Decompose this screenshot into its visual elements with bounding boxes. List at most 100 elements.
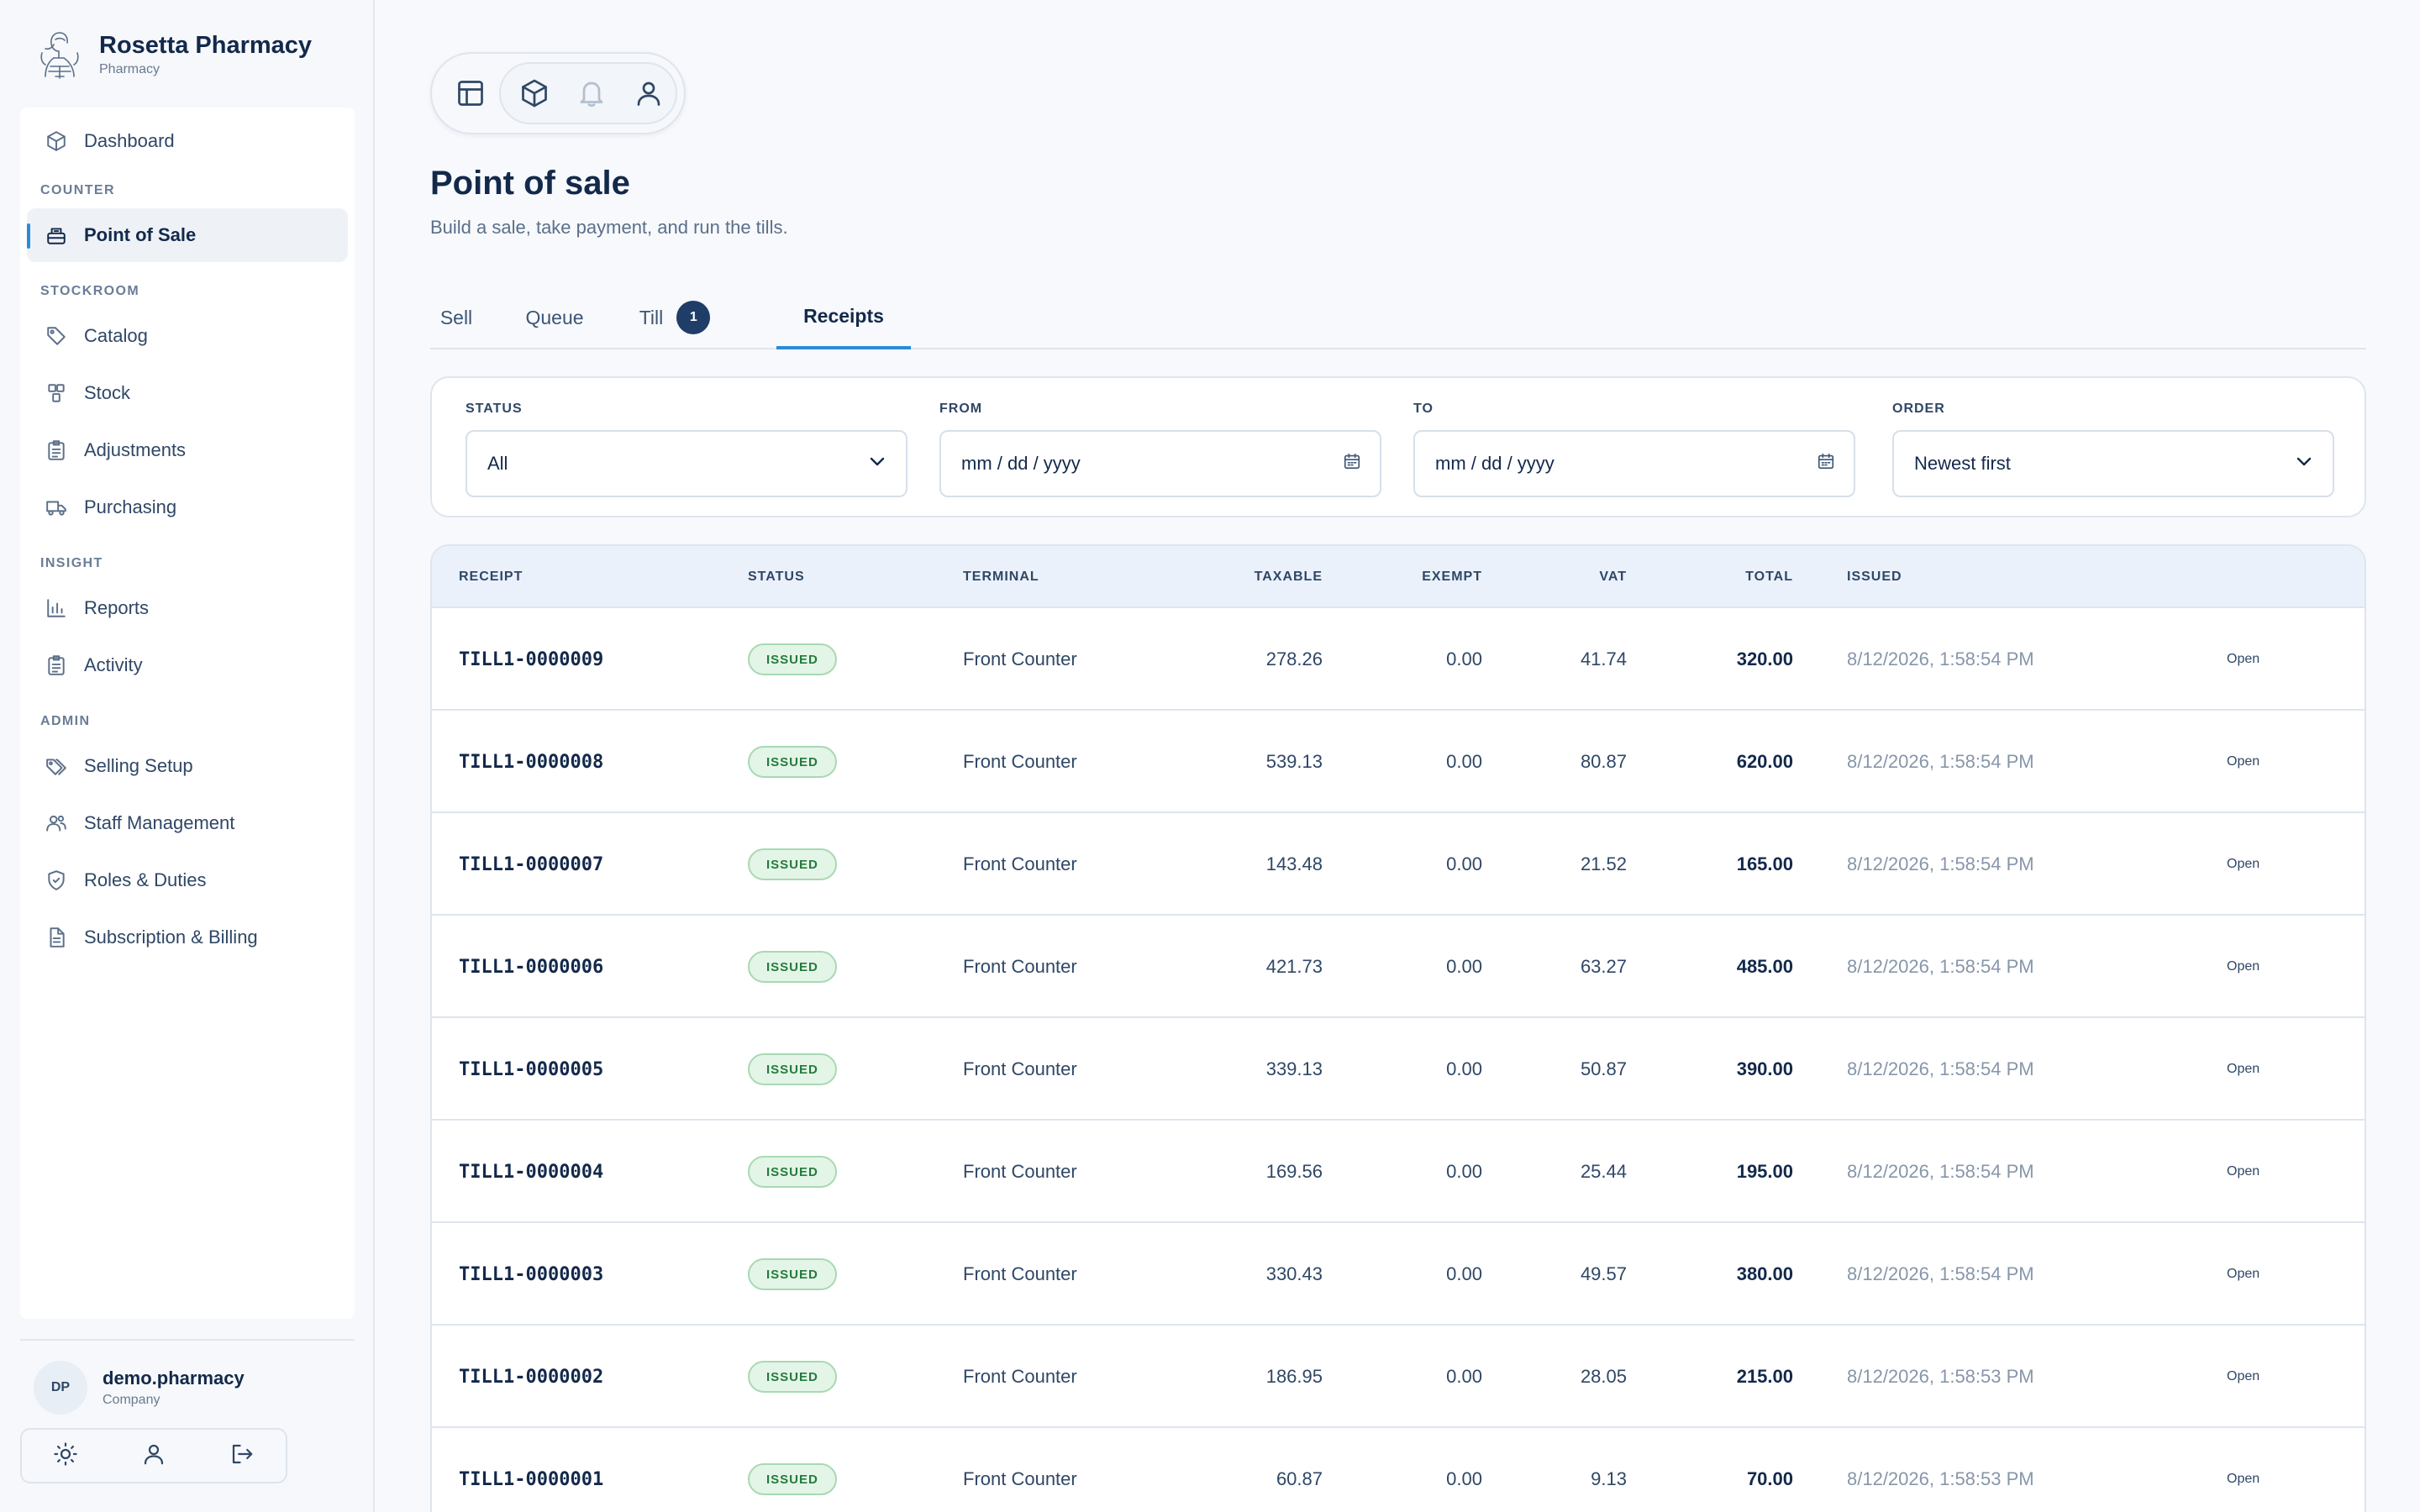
table-row[interactable]: TILL1-0000004 ISSUED Front Counter 169.56 0.… <box>432 1121 2365 1223</box>
tab-till[interactable]: Till 1 <box>629 286 721 349</box>
sidebar-item-subscription-billing[interactable]: Subscription & Billing <box>27 911 348 964</box>
to-filter: TO mm / dd / yyyy <box>1413 402 1855 497</box>
chevron-down-icon <box>2294 451 2314 476</box>
sidebar-item-activity[interactable]: Activity <box>27 638 348 692</box>
table-row[interactable]: TILL1-0000001 ISSUED Front Counter 60.87 0.0… <box>432 1428 2365 1512</box>
status-badge: ISSUED <box>748 643 837 675</box>
open-receipt-link[interactable]: Open <box>2227 1472 2260 1487</box>
tab-sell[interactable]: Sell <box>430 286 482 349</box>
user-role: Company <box>103 1393 160 1407</box>
to-date-input[interactable]: mm / dd / yyyy <box>1413 430 1855 497</box>
calendar-icon[interactable] <box>1817 452 1835 475</box>
open-receipt-link[interactable]: Open <box>2227 1062 2260 1077</box>
issued-cell: 8/12/2026, 1:58:54 PM <box>1847 1161 2034 1182</box>
brand-name: Rosetta Pharmacy <box>99 32 313 59</box>
tag-icon <box>45 325 67 347</box>
sidebar-nav: Dashboard COUNTER Point of Sale STOCKROO… <box>20 108 355 1319</box>
status-badge: ISSUED <box>748 1463 837 1495</box>
logout-icon[interactable] <box>229 1441 255 1471</box>
terminal-cell: Front Counter <box>963 1058 1077 1079</box>
brand[interactable]: Rosetta Pharmacy Pharmacy <box>37 25 312 84</box>
terminal-cell: Front Counter <box>963 853 1077 874</box>
sidebar-item-point-of-sale[interactable]: Point of Sale <box>27 208 348 262</box>
sidebar-item-roles-duties[interactable]: Roles & Duties <box>27 853 348 907</box>
users-icon <box>45 812 67 834</box>
table-row[interactable]: TILL1-0000009 ISSUED Front Counter 278.26 0.… <box>432 608 2365 711</box>
tab-queue[interactable]: Queue <box>514 286 595 349</box>
taxable-cell: 143.48 <box>1265 853 1323 874</box>
exempt-cell: 0.00 <box>1446 853 1482 874</box>
terminal-cell: Front Counter <box>963 1161 1077 1182</box>
user-profile[interactable]: DP demo.pharmacy Company <box>34 1361 245 1415</box>
open-receipt-link[interactable]: Open <box>2227 1267 2260 1282</box>
vat-cell: 41.74 <box>1580 648 1627 669</box>
bell-icon[interactable] <box>566 68 617 118</box>
sun-icon[interactable] <box>53 1441 78 1471</box>
open-receipt-link[interactable]: Open <box>2227 754 2260 769</box>
vat-cell: 50.87 <box>1580 1058 1627 1079</box>
cube-icon <box>45 130 67 152</box>
sidebar-item-purchasing[interactable]: Purchasing <box>27 480 348 534</box>
filter-label: ORDER <box>1892 402 1945 416</box>
select-value: All <box>487 453 508 474</box>
sidebar-item-dashboard[interactable]: Dashboard <box>27 114 348 168</box>
status-cell: ISSUED <box>748 1121 837 1223</box>
box-icon[interactable] <box>509 68 560 118</box>
open-receipt-link[interactable]: Open <box>2227 1369 2260 1384</box>
terminal-cell: Front Counter <box>963 751 1077 772</box>
order-filter: ORDER Newest first <box>1892 402 2334 497</box>
avatar: DP <box>34 1361 87 1415</box>
document-icon <box>45 927 67 948</box>
table-row[interactable]: TILL1-0000003 ISSUED Front Counter 330.43 0.… <box>432 1223 2365 1326</box>
layout-icon[interactable] <box>445 68 496 118</box>
tab-till-label: Till <box>639 306 664 328</box>
open-receipt-link[interactable]: Open <box>2227 959 2260 974</box>
vat-cell: 28.05 <box>1580 1366 1627 1387</box>
pharmacy-logo-icon <box>40 32 79 79</box>
issued-cell: 8/12/2026, 1:58:54 PM <box>1847 648 2034 669</box>
total-cell: 620.00 <box>1736 751 1793 772</box>
status-select[interactable]: All <box>466 430 908 497</box>
total-cell: 390.00 <box>1736 1058 1793 1079</box>
sidebar-item-label: Staff Management <box>84 812 235 833</box>
table-row[interactable]: TILL1-0000005 ISSUED Front Counter 339.13 0.… <box>432 1018 2365 1121</box>
table-row[interactable]: TILL1-0000002 ISSUED Front Counter 186.95 0.… <box>432 1326 2365 1428</box>
table-row[interactable]: TILL1-0000007 ISSUED Front Counter 143.48 0.… <box>432 813 2365 916</box>
user-icon[interactable] <box>141 1441 166 1471</box>
sidebar-item-adjustments[interactable]: Adjustments <box>27 423 348 477</box>
user-icon[interactable] <box>623 68 674 118</box>
order-select[interactable]: Newest first <box>1892 430 2334 497</box>
nav-section-counter: COUNTER <box>40 183 115 197</box>
sidebar-item-stock[interactable]: Stock <box>27 366 348 420</box>
issued-cell: 8/12/2026, 1:58:54 PM <box>1847 956 2034 977</box>
table-row[interactable]: TILL1-0000008 ISSUED Front Counter 539.13 0.… <box>432 711 2365 813</box>
tags-icon <box>45 755 67 777</box>
open-receipt-link[interactable]: Open <box>2227 652 2260 667</box>
from-date-input[interactable]: mm / dd / yyyy <box>939 430 1381 497</box>
filter-panel: STATUS All FROM mm / dd / yyyy TO mm / d… <box>430 376 2366 517</box>
vat-cell: 80.87 <box>1580 751 1627 772</box>
open-cell: Open <box>2227 711 2260 813</box>
filter-label: STATUS <box>466 402 523 416</box>
open-receipt-link[interactable]: Open <box>2227 857 2260 872</box>
shield-icon <box>45 869 67 891</box>
sidebar-item-catalog[interactable]: Catalog <box>27 309 348 363</box>
sidebar-item-label: Roles & Duties <box>84 869 207 890</box>
issued-cell: 8/12/2026, 1:58:53 PM <box>1847 1468 2034 1489</box>
open-receipt-link[interactable]: Open <box>2227 1164 2260 1179</box>
tab-receipts[interactable]: Receipts <box>776 286 911 349</box>
from-filter: FROM mm / dd / yyyy <box>939 402 1381 497</box>
sidebar-item-staff-management[interactable]: Staff Management <box>27 796 348 850</box>
sidebar-item-reports[interactable]: Reports <box>27 581 348 635</box>
sidebar-item-selling-setup[interactable]: Selling Setup <box>27 739 348 793</box>
select-value: Newest first <box>1914 453 2011 474</box>
clipboard-icon <box>45 439 67 461</box>
column-header-receipt: RECEIPT <box>459 570 523 584</box>
calendar-icon[interactable] <box>1343 452 1361 475</box>
column-header-terminal: TERMINAL <box>963 570 1039 584</box>
status-cell: ISSUED <box>748 916 837 1018</box>
open-cell: Open <box>2227 1428 2260 1512</box>
sidebar-item-label: Subscription & Billing <box>84 927 258 948</box>
issued-cell: 8/12/2026, 1:58:54 PM <box>1847 1058 2034 1079</box>
table-row[interactable]: TILL1-0000006 ISSUED Front Counter 421.73 0.… <box>432 916 2365 1018</box>
